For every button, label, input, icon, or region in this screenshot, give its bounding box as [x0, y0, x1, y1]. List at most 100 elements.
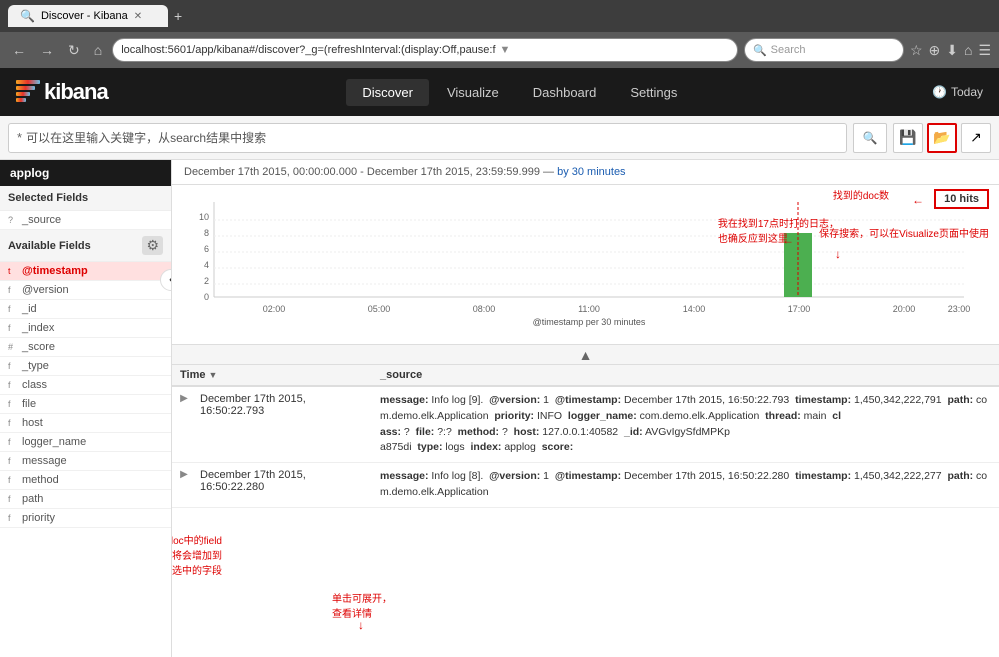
expand-icon: ▶ [180, 469, 188, 480]
clock-icon: 🕐 [932, 85, 947, 99]
col-source-header: _source [380, 369, 991, 381]
header-time: 🕐 Today [932, 85, 983, 99]
svg-text:@timestamp per 30 minutes: @timestamp per 30 minutes [533, 317, 646, 327]
expand-row-2-button[interactable]: ▶ [172, 463, 196, 480]
forward-btn[interactable]: → [36, 40, 58, 60]
expand-row-1-button[interactable]: ▶ [172, 387, 196, 404]
svg-text:02:00: 02:00 [263, 304, 286, 314]
content-area: December 17th 2015, 00:00:00.000 - Decem… [172, 160, 999, 657]
source-field-icon: ? [8, 215, 18, 225]
save-search-icon[interactable]: 💾 [893, 123, 923, 153]
svg-text:23:00: 23:00 [948, 304, 971, 314]
open-search-icon[interactable]: 📂 [927, 123, 957, 153]
kibana-logo: kibana [16, 79, 108, 105]
sidebar-field-priority[interactable]: f priority [0, 509, 171, 528]
hits-badge: 10 hits [934, 189, 989, 209]
browser-search-icon: 🔍 [753, 44, 767, 57]
nav-dashboard[interactable]: Dashboard [517, 79, 613, 106]
browser-search-placeholder: Search [771, 44, 806, 56]
source-field-label: _source [22, 214, 61, 226]
url-text: localhost:5601/app/kibana#/discover?_g=(… [121, 44, 495, 56]
kibana-header: kibana Discover Visualize Dashboard Sett… [0, 68, 999, 116]
browser-toolbar-icons: ☆ ⊕ ⬇ ⌂ ☰ [910, 42, 991, 59]
id-type-icon: f [8, 304, 18, 314]
file-type-icon: f [8, 399, 18, 409]
version-type-icon: f [8, 285, 18, 295]
sidebar-field-path[interactable]: f path [0, 490, 171, 509]
save-annotation-text: 保存搜索，可以在Visualize页面中使用 [819, 225, 989, 240]
sidebar-source-field[interactable]: ? _source [0, 211, 171, 230]
type-type-icon: f [8, 361, 18, 371]
sidebar-field-logger[interactable]: f logger_name [0, 433, 171, 452]
sidebar-field-file[interactable]: f file [0, 395, 171, 414]
new-tab-btn[interactable]: + [174, 8, 182, 24]
sidebar-field-type[interactable]: f _type [0, 357, 171, 376]
nav-visualize[interactable]: Visualize [431, 79, 515, 106]
class-label: class [22, 379, 47, 391]
method-type-icon: f [8, 475, 18, 485]
home2-icon[interactable]: ⌂ [964, 42, 972, 59]
available-fields-header: Available Fields ⚙ [0, 230, 171, 262]
sidebar-field-method[interactable]: f method [0, 471, 171, 490]
priority-type-icon: f [8, 513, 18, 523]
time-range-separator: - [360, 166, 367, 178]
bookmark-icon[interactable]: ☆ [910, 42, 923, 59]
nav-settings[interactable]: Settings [614, 79, 693, 106]
download2-icon[interactable]: ⬇ [946, 42, 958, 59]
timestamp-type-icon: t [8, 266, 18, 276]
sidebar-field-class[interactable]: f class [0, 376, 171, 395]
address-bar: ← → ↻ ⌂ localhost:5601/app/kibana#/disco… [0, 32, 999, 68]
search-asterisk: * [17, 130, 22, 145]
method-label: method [22, 474, 59, 486]
sidebar-field-score[interactable]: # _score [0, 338, 171, 357]
url-input[interactable]: localhost:5601/app/kibana#/discover?_g=(… [112, 38, 738, 62]
collapse-button[interactable]: ▲ [172, 345, 999, 365]
gear-button[interactable]: ⚙ [142, 236, 163, 255]
search-icon: 🔍 [863, 131, 878, 145]
browser-search-box[interactable]: 🔍 Search [744, 38, 904, 62]
url-dropdown[interactable]: ▼ [500, 44, 511, 56]
svg-text:14:00: 14:00 [683, 304, 706, 314]
share-icon[interactable]: ↗ [961, 123, 991, 153]
svg-text:8: 8 [204, 228, 209, 238]
col-time-header[interactable]: Time ▼ [180, 369, 380, 381]
sidebar-field-index[interactable]: f _index [0, 319, 171, 338]
result-time-1: December 17th 2015, 16:50:22.793 [196, 387, 372, 423]
source-col-label: _source [380, 369, 422, 381]
refresh-btn[interactable]: ↻ [64, 40, 84, 61]
back-btn[interactable]: ← [8, 40, 30, 60]
search-input-wrap[interactable]: * 可以在这里输入关键字，从search结果中搜索 [8, 123, 847, 153]
svg-text:10: 10 [199, 212, 209, 222]
svg-text:17:00: 17:00 [788, 304, 811, 314]
browser-tab-bar: 🔍 Discover - Kibana ✕ + [0, 0, 999, 32]
nav-discover[interactable]: Discover [346, 79, 429, 106]
home-btn[interactable]: ⌂ [90, 40, 106, 60]
time-range-link[interactable]: by 30 minutes [557, 166, 625, 178]
id-label: _id [22, 303, 37, 315]
browser-tab[interactable]: 🔍 Discover - Kibana ✕ [8, 5, 168, 27]
time-range-start: December 17th 2015, 00:00:00.000 [184, 166, 357, 178]
path-label: path [22, 493, 43, 505]
search-input[interactable]: 可以在这里输入关键字，从search结果中搜索 [26, 129, 838, 146]
search-go-button[interactable]: 🔍 [853, 123, 887, 153]
tab-close-btn[interactable]: ✕ [134, 11, 142, 22]
table-row: ▶ December 17th 2015, 16:50:22.793 messa… [172, 387, 999, 463]
time-range-text: December 17th 2015, 00:00:00.000 - Decem… [184, 166, 626, 178]
histogram-chart: 0 2 4 6 8 10 02:00 05:00 08:00 11:00 14:… [184, 197, 987, 327]
result-source-1: message: Info log [9]. @version: 1 @time… [372, 387, 999, 462]
sidebar-index[interactable]: applog [0, 160, 171, 186]
sidebar-field-version[interactable]: f @version [0, 281, 171, 300]
logo-bars-icon [16, 80, 40, 104]
time-col-label: Time [180, 369, 205, 381]
sidebar-field-id[interactable]: f _id [0, 300, 171, 319]
message-label: message [22, 455, 67, 467]
svg-text:4: 4 [204, 260, 209, 270]
sidebar-field-host[interactable]: f host [0, 414, 171, 433]
sidebar-field-message[interactable]: f message [0, 452, 171, 471]
sidebar-field-timestamp[interactable]: t @timestamp [0, 262, 171, 281]
menu-icon[interactable]: ☰ [978, 42, 991, 59]
time-label: Today [951, 85, 983, 99]
index-type-icon: f [8, 323, 18, 333]
download-icon[interactable]: ⊕ [929, 42, 941, 59]
log-annotation-text: 我在找到17点时打的日志， 也确反应到这里 [718, 215, 839, 245]
